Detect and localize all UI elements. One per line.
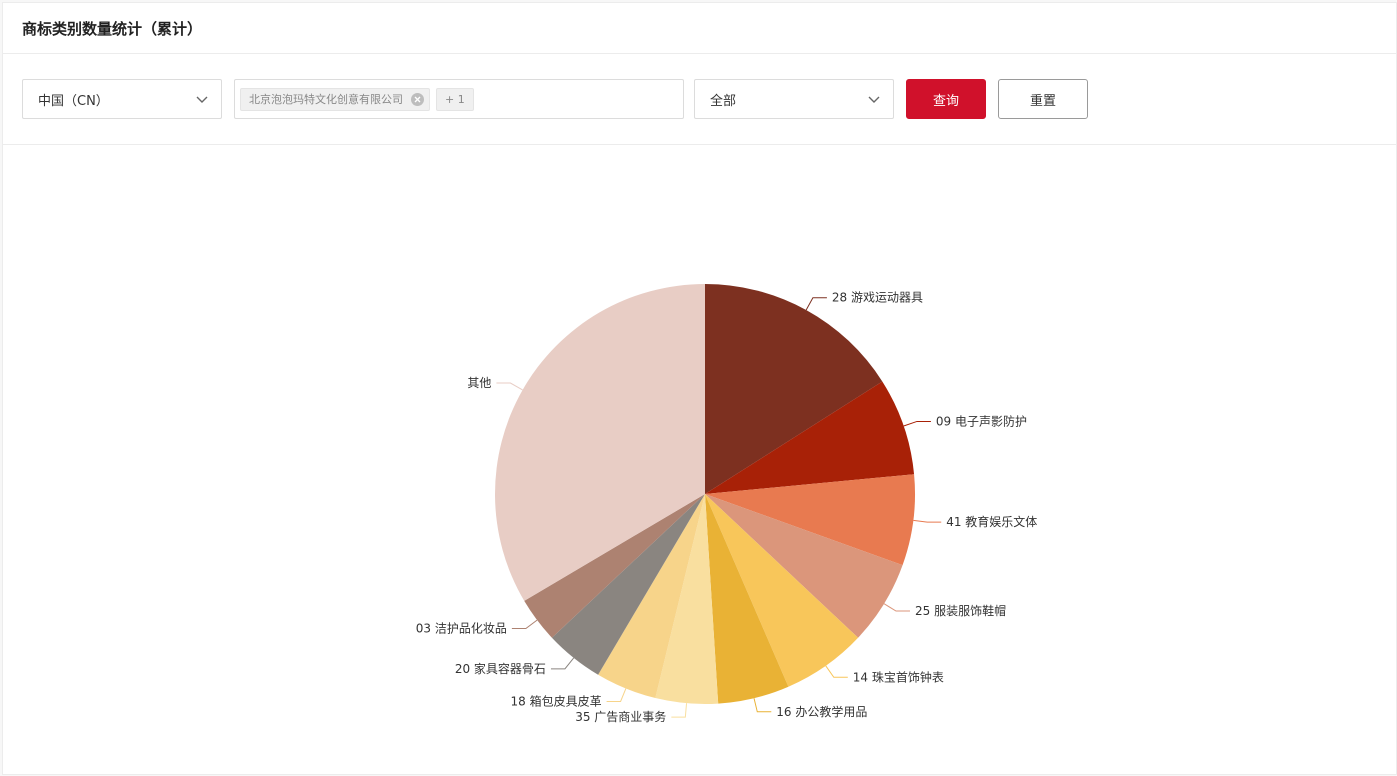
pie-label: 14 珠宝首饰钟表 xyxy=(853,669,944,684)
pie-label-line xyxy=(606,688,627,702)
pie-label: 09 电子声影防护 xyxy=(936,413,1027,428)
pie-label-line xyxy=(903,420,931,427)
pie-label-line xyxy=(805,297,827,311)
pie-label-line xyxy=(496,382,523,391)
pie-label-line xyxy=(825,665,848,678)
pie-label-line xyxy=(913,519,942,523)
pie-label-line xyxy=(671,703,688,718)
pie-label-line xyxy=(550,657,575,670)
pie-label: 16 办公教学用品 xyxy=(776,704,867,719)
pie-label: 其他 xyxy=(467,376,491,390)
pie-label: 25 服装服饰鞋帽 xyxy=(915,603,1006,618)
pie-label: 03 洁护品化妆品 xyxy=(416,621,507,635)
pie-label-line xyxy=(753,698,772,713)
category-pie-chart: 28 游戏运动器具 09 电子声影防护 41 教育娱乐文体 25 服装服饰鞋帽 14 珠… xyxy=(416,284,1037,724)
pie-label-line xyxy=(511,619,538,629)
pie-label: 18 箱包皮具皮革 xyxy=(510,693,601,708)
pie-label: 35 广告商业事务 xyxy=(575,709,666,724)
pie-label-line xyxy=(883,603,910,612)
pie-label: 20 家具容器骨石 xyxy=(455,661,546,676)
pie-label: 28 游戏运动器具 xyxy=(832,291,923,305)
statistics-panel: 商标类别数量统计（累计） 中国（CN） 北京泡泡玛特文化创意有限公司 + 1 全… xyxy=(2,2,1397,775)
pie-label: 41 教育娱乐文体 xyxy=(946,514,1037,529)
